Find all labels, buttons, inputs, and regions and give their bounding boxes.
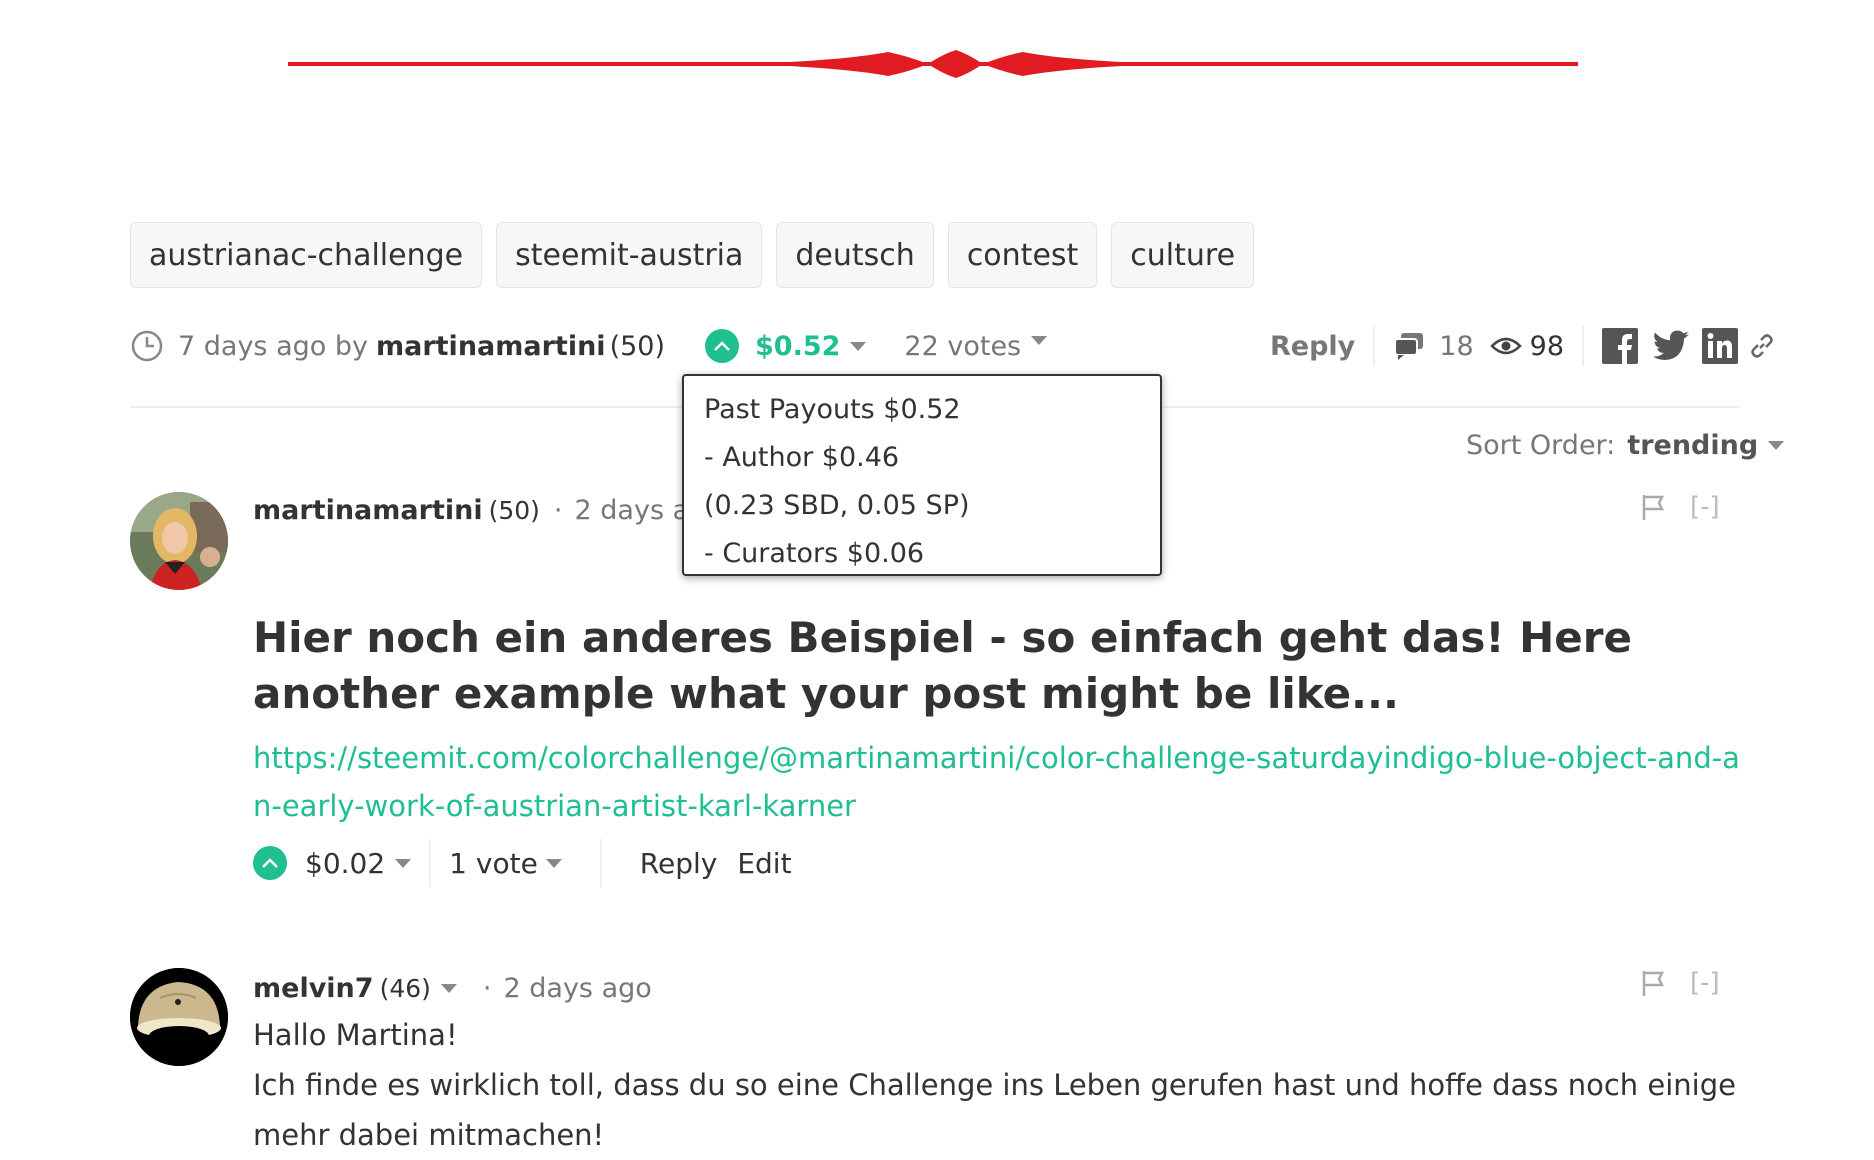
comment-tools: [-] (1640, 492, 1720, 522)
caret-down-icon[interactable] (1768, 441, 1785, 450)
collapse-button[interactable]: [-] (1690, 968, 1720, 998)
author-reputation: (50) (488, 495, 540, 525)
tooltip-line: - Curators $0.06 (704, 538, 925, 569)
sort-label: Sort Order: (1466, 430, 1616, 461)
caret-down-icon[interactable] (395, 858, 412, 868)
facebook-icon[interactable] (1602, 328, 1639, 364)
ornament-divider (288, 50, 1578, 78)
link-icon[interactable] (1748, 332, 1776, 360)
caret-down-icon[interactable] (440, 983, 457, 993)
caret-down-icon[interactable] (545, 858, 562, 868)
comment-payout[interactable]: $0.02 (305, 847, 385, 880)
comment-body-line: Ich finde es wirklich toll, dass du so e… (253, 1068, 1736, 1152)
linkedin-icon[interactable] (1702, 328, 1739, 364)
upvote-button[interactable] (253, 846, 287, 880)
avatar-image (130, 492, 228, 590)
sort-order[interactable]: Sort Order: trending (1466, 430, 1785, 461)
post-votes[interactable]: 22 votes (904, 331, 1021, 362)
tooltip-line: - Author $0.46 (704, 442, 900, 473)
tag[interactable]: deutsch (776, 222, 934, 288)
separator-dot: · (482, 972, 492, 1004)
comment-actions: $0.02 1 vote Reply Edit (253, 838, 792, 888)
comment-meta: martinamartini (50) · 2 days ago (253, 488, 723, 532)
upvote-button[interactable] (705, 329, 740, 363)
chevron-up-icon (262, 858, 278, 868)
tag[interactable]: austrianac-challenge (130, 222, 483, 288)
tag[interactable]: contest (947, 222, 1098, 288)
comment-votes[interactable]: 1 vote (449, 847, 538, 880)
comments-icon[interactable] (1393, 331, 1425, 361)
chevron-up-icon (714, 341, 730, 351)
comment-tools: [-] (1640, 968, 1720, 998)
post-payout[interactable]: $0.52 (755, 331, 840, 362)
reply-button[interactable]: Reply (1270, 331, 1355, 362)
avatar[interactable] (130, 492, 228, 590)
comment-count: 18 (1439, 330, 1474, 362)
twitter-icon[interactable] (1652, 330, 1690, 362)
post-time: 7 days ago by (178, 330, 368, 362)
reply-button[interactable]: Reply (640, 847, 718, 880)
author-reputation: (50) (609, 330, 666, 362)
avatar[interactable] (130, 968, 228, 1066)
comment-author[interactable]: martinamartini (253, 495, 483, 526)
comment-link[interactable]: https://steemit.com/colorchallenge/@mart… (253, 734, 1743, 830)
separator-dot: · (553, 494, 563, 526)
comment-time[interactable]: 2 days ago (504, 973, 652, 1004)
tag-list: austrianac-challenge steemit-austria deu… (130, 222, 1255, 288)
comment-meta: melvin7 (46) · 2 days ago (253, 966, 652, 1010)
caret-down-icon[interactable] (1031, 335, 1048, 345)
view-count: 98 (1529, 330, 1565, 362)
avatar-image (130, 968, 228, 1066)
flag-icon[interactable] (1640, 493, 1666, 521)
payout-tooltip: Past Payouts $0.52 - Author $0.46 (0.23 … (682, 374, 1162, 576)
comment-author[interactable]: melvin7 (253, 973, 374, 1004)
edit-button[interactable]: Edit (737, 847, 791, 880)
clock-icon (131, 330, 163, 362)
sort-value[interactable]: trending (1627, 430, 1758, 461)
post-author[interactable]: martinamartini (376, 331, 606, 362)
post-meta: 7 days ago by martinamartini (50) $0.52 … (130, 322, 1048, 370)
comment-heading: Hier noch ein anderes Beispiel - so einf… (253, 613, 1632, 718)
tooltip-line: Past Payouts $0.52 (704, 394, 961, 425)
collapse-button[interactable]: [-] (1690, 492, 1720, 522)
tooltip-line: (0.23 SBD, 0.05 SP) (704, 490, 970, 521)
eye-icon (1489, 337, 1522, 355)
tag[interactable]: steemit-austria (496, 222, 763, 288)
flag-icon[interactable] (1640, 969, 1666, 997)
comment-body-line: Hallo Martina! (253, 1018, 458, 1052)
author-reputation: (46) (379, 973, 431, 1003)
post-actions: Reply 18 98 (1270, 322, 1776, 370)
caret-down-icon[interactable] (850, 341, 867, 351)
tag[interactable]: culture (1111, 222, 1255, 288)
